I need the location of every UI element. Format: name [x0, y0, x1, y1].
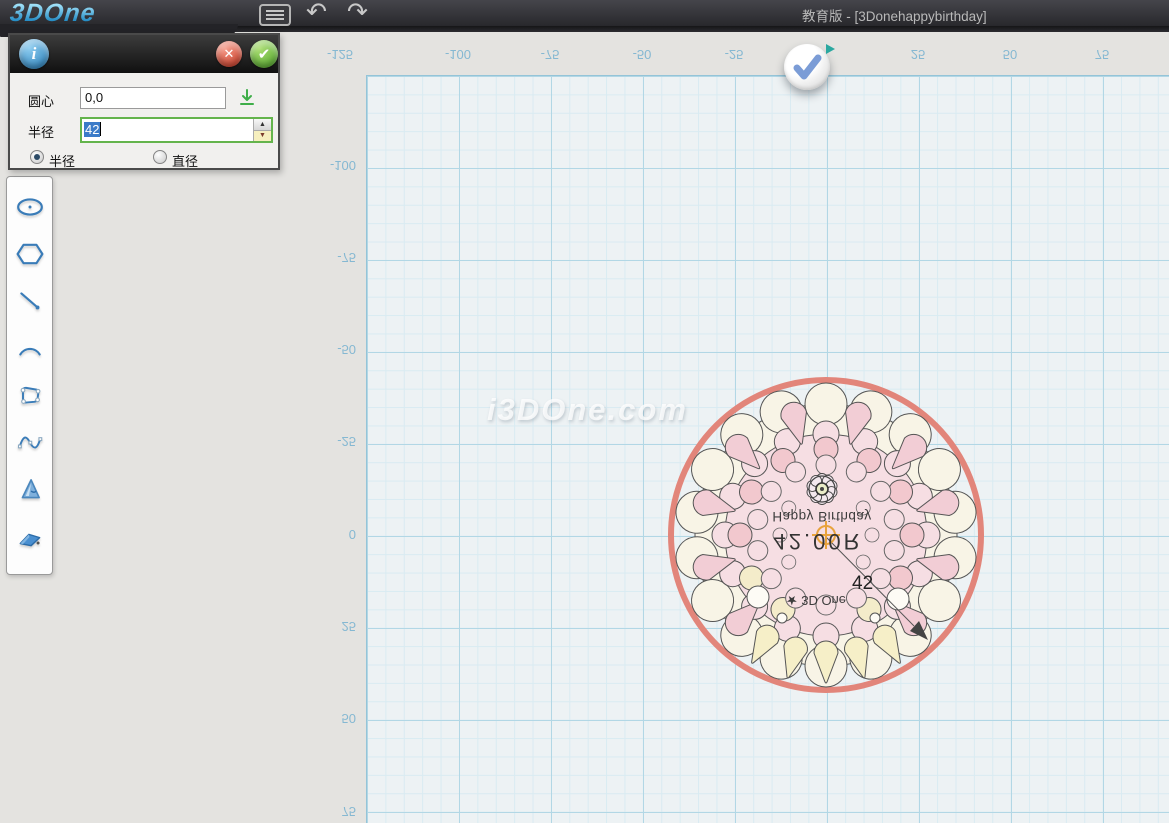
cake-text-radius: 42.00R — [743, 528, 893, 554]
radio-diameter-label: 直径 — [172, 151, 198, 170]
cake-text-happy-birthday: Happy Birthday — [742, 509, 902, 524]
axis-label: 25 — [911, 47, 925, 62]
ok-button[interactable]: ✔ — [250, 40, 278, 68]
axis-label: 50 — [1003, 47, 1017, 62]
ellipse-icon[interactable] — [16, 193, 44, 221]
axis-label: -75 — [337, 250, 356, 265]
arc-icon[interactable] — [16, 334, 44, 362]
title-bar — [0, 0, 1169, 26]
spline-icon[interactable] — [16, 428, 44, 456]
radio-radius[interactable] — [30, 150, 44, 164]
radius-spinner: ▲ ▼ — [253, 119, 271, 141]
watermark: i3DOne.com — [487, 392, 688, 428]
radio-diameter[interactable] — [153, 150, 167, 164]
circle-dialog: i ✕ ✔ 圆心 0,0 半径 42 ▲ ▼ 半径 直径 — [8, 33, 280, 170]
app-logo: 3DOne — [8, 0, 97, 28]
menu-icon[interactable] — [259, 4, 291, 26]
axis-label: 25 — [342, 619, 356, 634]
polyline-icon[interactable] — [16, 381, 44, 409]
axis-label: -125 — [327, 47, 353, 62]
cancel-button[interactable]: ✕ — [216, 41, 242, 67]
axis-label: -50 — [337, 342, 356, 357]
radio-radius-label: 半径 — [49, 151, 75, 170]
extrude-plane-icon[interactable] — [16, 522, 44, 550]
solid-triangle-icon[interactable] — [16, 475, 44, 503]
dimension-value: 42 — [852, 573, 873, 595]
center-input[interactable]: 0,0 — [80, 87, 226, 109]
selected-text: 42 — [84, 122, 100, 137]
pick-point-icon[interactable] — [237, 88, 257, 108]
redo-icon[interactable]: ↷ — [347, 0, 368, 27]
grid-plane — [366, 75, 1169, 823]
line-icon[interactable] — [16, 287, 44, 315]
check-icon — [785, 45, 829, 89]
snap-cursor-wedge — [826, 44, 835, 54]
polygon-icon[interactable] — [16, 240, 44, 268]
confirm-circle-button[interactable] — [784, 44, 830, 90]
radius-label: 半径 — [28, 122, 54, 141]
axis-label: -25 — [725, 47, 744, 62]
axis-label: 0 — [349, 527, 356, 542]
undo-icon[interactable]: ↶ — [306, 0, 327, 27]
spinner-up-icon[interactable]: ▲ — [254, 119, 271, 131]
center-label: 圆心 — [28, 91, 54, 110]
axis-label: 50 — [342, 711, 356, 726]
axis-label: -100 — [330, 158, 356, 173]
axis-label: -75 — [541, 47, 560, 62]
axis-label: 75 — [1095, 47, 1109, 62]
dialog-header: i ✕ ✔ — [10, 35, 278, 73]
info-icon: i — [19, 39, 49, 69]
radius-input[interactable]: 42 ▲ ▼ — [80, 117, 273, 143]
axis-label: -100 — [445, 47, 471, 62]
window-title: 教育版 - [3Donehappybirthday] — [802, 5, 987, 25]
axis-label: -25 — [337, 434, 356, 449]
sketch-toolbar — [6, 176, 53, 575]
text-caret — [100, 122, 101, 136]
axis-label: 75 — [342, 804, 356, 819]
3done-app: { "titlebar": { "logo": "3DOne", "title"… — [0, 0, 1169, 822]
axis-label: -50 — [633, 47, 652, 62]
spinner-down-icon[interactable]: ▼ — [254, 131, 271, 142]
